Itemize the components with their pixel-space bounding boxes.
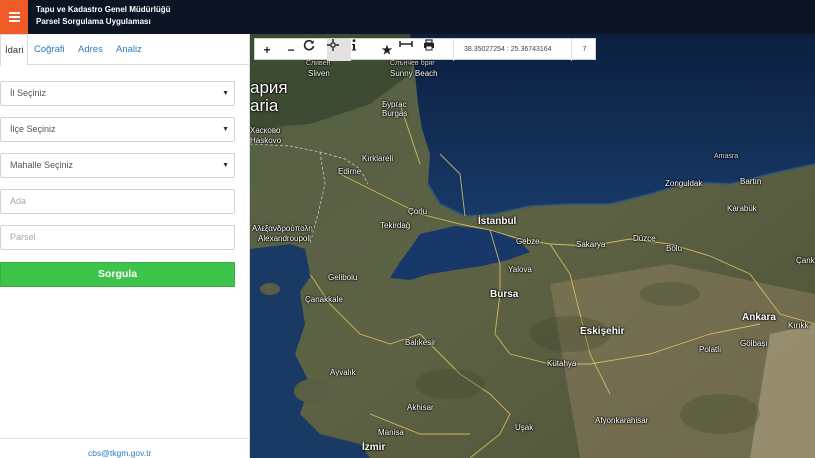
map-toolbar: + − ★ 38.35027254 : 25.36743164 7 <box>254 38 597 61</box>
map-label-canakkale: Çanakkale <box>305 295 343 304</box>
mahalle-select[interactable]: Mahalle Seçiniz ▼ <box>0 153 235 178</box>
map-label-sunny-beach: Sunny Beach <box>390 69 438 78</box>
map-label-corlu: Çorlu <box>408 207 428 216</box>
map-label-eskisehir: Eskişehir <box>580 326 625 337</box>
app-title-line1: Tapu ve Kadastro Genel Müdürlüğü <box>36 5 171 14</box>
tab-analiz[interactable]: Analiz <box>116 34 142 65</box>
zoom-out-icon[interactable]: − <box>279 39 303 61</box>
zoom-level-readout: 7 <box>571 39 597 61</box>
map-label-sakarya: Sakarya <box>576 240 606 249</box>
pan-icon[interactable] <box>327 39 351 61</box>
map-label-sliven-bg: Сливен <box>306 60 331 67</box>
map-label-cankiri: Çank <box>796 256 815 265</box>
hamburger-menu-icon[interactable] <box>0 0 28 34</box>
satellite-map[interactable]: Сливен Sliven Слънчев бряг Sunny Beach Б… <box>250 34 815 458</box>
sorgula-button[interactable]: Sorgula <box>0 262 235 287</box>
map-label-kirklareli: Kırklareli <box>362 154 394 163</box>
map-label-tekirdag: Tekirdağ <box>380 221 411 230</box>
map-label-bulgaria: aria <box>250 96 279 115</box>
app-header: Tapu ve Kadastro Genel Müdürlüğü Parsel … <box>0 0 815 34</box>
map-label-ayvalik: Ayvalık <box>330 368 356 377</box>
map-label-kirikkale: Kırıkk <box>788 321 809 330</box>
map-label-polatli: Polatlı <box>699 345 722 354</box>
map-label-burgas: Burgas <box>382 109 408 118</box>
print-icon[interactable] <box>423 39 447 61</box>
map-label-kutahya: Kütahya <box>547 359 577 368</box>
map-label-zonguldak: Zonguldak <box>665 179 703 188</box>
favorite-star-icon[interactable]: ★ <box>375 39 399 61</box>
tab-adres[interactable]: Adres <box>78 34 103 65</box>
parsel-input[interactable]: Parsel <box>0 225 235 250</box>
info-icon[interactable] <box>351 39 375 61</box>
map-label-alexandroupoli-gr: Αλεξανδρούπολη <box>252 224 313 233</box>
map-label-duzce: Düzce <box>633 234 656 243</box>
map-label-bursa: Bursa <box>490 289 519 300</box>
map-terrain <box>250 34 815 458</box>
map-label-sliven: Sliven <box>308 69 330 78</box>
app-title-line2: Parsel Sorgulama Uygulaması <box>36 17 151 26</box>
map-label-ankara: Ankara <box>742 312 776 323</box>
map-label-bartin: Bartın <box>740 177 762 186</box>
map-label-alexandroupoli: Alexandroupoli <box>258 234 311 243</box>
tab-idari[interactable]: İdari <box>0 34 29 66</box>
map-label-karabuk: Karabük <box>727 204 757 213</box>
map-label-gebze: Gebze <box>516 237 540 246</box>
map-label-manisa: Manisa <box>378 428 404 437</box>
ada-placeholder: Ada <box>10 196 27 206</box>
parsel-placeholder: Parsel <box>10 232 36 242</box>
app-title: Tapu ve Kadastro Genel Müdürlüğü Parsel … <box>36 4 171 28</box>
map-label-izmir: İzmir <box>362 442 386 453</box>
mahalle-select-value: Mahalle Seçiniz <box>10 160 74 170</box>
map-label-bolu: Bolu <box>666 244 683 253</box>
sidebar: İdari Coğrafi Adres Analiz İl Seçiniz ▼ … <box>0 34 250 458</box>
map-label-istanbul: İstanbul <box>478 216 517 227</box>
chevron-down-icon: ▼ <box>222 126 229 133</box>
map-label-amasra: Amasra <box>714 153 739 160</box>
map-label-akhisar: Akhisar <box>407 403 434 412</box>
map-label-bulgaria-bg: ария <box>250 78 288 97</box>
ada-input[interactable]: Ada <box>0 189 235 214</box>
coordinate-readout: 38.35027254 : 25.36743164 <box>453 39 562 61</box>
map-label-yalova: Yalova <box>508 265 532 274</box>
tab-cografi[interactable]: Coğrafi <box>34 34 65 65</box>
refresh-icon[interactable] <box>303 39 327 61</box>
map-label-gelibolu: Gelibolu <box>328 273 358 282</box>
map-label-balikesir: Balıkesir <box>405 338 436 347</box>
sidebar-tabs: İdari Coğrafi Adres Analiz <box>0 34 250 66</box>
map-label-haskovo-bg: Хасково <box>250 126 281 135</box>
zoom-in-icon[interactable]: + <box>255 39 279 61</box>
sidebar-footer: cbs@tkgm.gov.tr <box>0 438 250 458</box>
map-label-edirne: Edirne <box>338 167 362 176</box>
chevron-down-icon: ▼ <box>222 162 229 169</box>
map-label-usak: Uşak <box>515 423 534 432</box>
map-label-golbasi: Gölbaşı <box>740 339 768 348</box>
map-label-afyonkarahisar: Afyonkarahisar <box>595 416 649 425</box>
il-select[interactable]: İl Seçiniz ▼ <box>0 81 235 106</box>
il-select-value: İl Seçiniz <box>10 88 47 98</box>
map-label-burgas-bg: Бургас <box>382 100 407 109</box>
ilce-select-value: İlçe Seçiniz <box>10 124 56 134</box>
ilce-select[interactable]: İlçe Seçiniz ▼ <box>0 117 235 142</box>
contact-email-link[interactable]: cbs@tkgm.gov.tr <box>88 448 151 458</box>
measure-icon[interactable] <box>399 39 423 61</box>
map-label-sunny-beach-bg: Слънчев бряг <box>390 60 435 67</box>
map-label-haskovo: Haskovo <box>250 136 282 145</box>
chevron-down-icon: ▼ <box>222 90 229 97</box>
